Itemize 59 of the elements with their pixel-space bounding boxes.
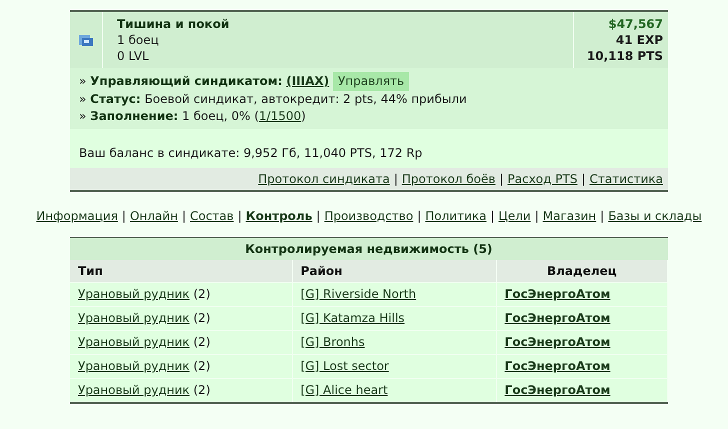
separator: | (394, 172, 398, 186)
info-text: ) (301, 109, 306, 123)
capacity-link[interactable]: 1/1500 (258, 109, 302, 123)
syndicate-name: Тишина и покой (117, 16, 230, 32)
count-text: (2) (193, 287, 210, 301)
nav-link[interactable]: Онлайн (130, 209, 178, 223)
manager-link[interactable]: (IIIAX) (286, 74, 330, 88)
column-header: Владелец (496, 260, 668, 282)
count-text: (2) (193, 335, 210, 349)
bullet-mark: » (79, 109, 86, 123)
separator: | (490, 209, 495, 223)
count-text: (2) (193, 383, 210, 397)
type-link[interactable]: Урановый рудник (78, 359, 190, 373)
nav-link[interactable]: Контроль (246, 209, 312, 223)
bullet-mark: » (79, 74, 86, 88)
sub-link[interactable]: Расход PTS (508, 172, 578, 186)
nav-link[interactable]: Цели (498, 209, 531, 223)
separator: | (182, 209, 186, 223)
manage-button[interactable]: Управлять (332, 72, 410, 91)
sub-link[interactable]: Протокол синдиката (258, 172, 390, 186)
separator: | (499, 172, 504, 186)
count-text: (2) (193, 359, 210, 373)
column-header: Район (292, 260, 496, 282)
separator: | (417, 209, 422, 223)
type-link[interactable]: Урановый рудник (78, 311, 190, 325)
nav-link[interactable]: Базы и склады (608, 209, 702, 223)
separator: | (316, 209, 320, 223)
info-label: Заполнение: (90, 109, 178, 123)
sub-link[interactable]: Протокол боёв (402, 172, 496, 186)
syndicate-icon (78, 33, 94, 47)
exp: 41 EXP (616, 32, 663, 48)
count-text: (2) (193, 311, 210, 325)
type-link[interactable]: Урановый рудник (78, 287, 190, 301)
type-link[interactable]: Урановый рудник (78, 335, 190, 349)
info-text: Боевой синдикат, автокредит: 2 pts, 44% прибыли (144, 92, 467, 106)
column-header: Тип (70, 260, 292, 282)
balance-text: Ваш баланс в синдикате: 9,952 Гб, 11,040 PTS, 172 Rp (79, 146, 422, 160)
info-label: Статус: (90, 92, 141, 106)
nav-link[interactable]: Производство (324, 209, 414, 223)
info-text: 1 боец, 0% ( (182, 109, 259, 123)
pts: 10,118 PTS (586, 48, 663, 64)
type-link[interactable]: Урановый рудник (78, 383, 190, 397)
separator: | (600, 209, 604, 223)
separator: | (238, 209, 242, 223)
nav-link[interactable]: Состав (190, 209, 234, 223)
nav-link[interactable]: Магазин (542, 209, 596, 223)
member-count: 1 боец (117, 32, 160, 48)
info-label: Управляющий синдикатом: (90, 74, 282, 88)
district-link[interactable]: [G] Bronhs (300, 335, 365, 349)
bullet-mark: » (79, 92, 86, 106)
syndicate-level: 0 LVL (117, 48, 150, 64)
separator: | (122, 209, 126, 223)
sub-link[interactable]: Статистика (590, 172, 663, 186)
separator: | (534, 209, 539, 223)
nav-link[interactable]: Политика (425, 209, 486, 223)
table-title: Контролируемая недвижимость (5) (70, 238, 668, 260)
separator: | (581, 172, 586, 186)
nav-link[interactable]: Информация (36, 209, 118, 223)
money: $47,567 (608, 16, 663, 32)
